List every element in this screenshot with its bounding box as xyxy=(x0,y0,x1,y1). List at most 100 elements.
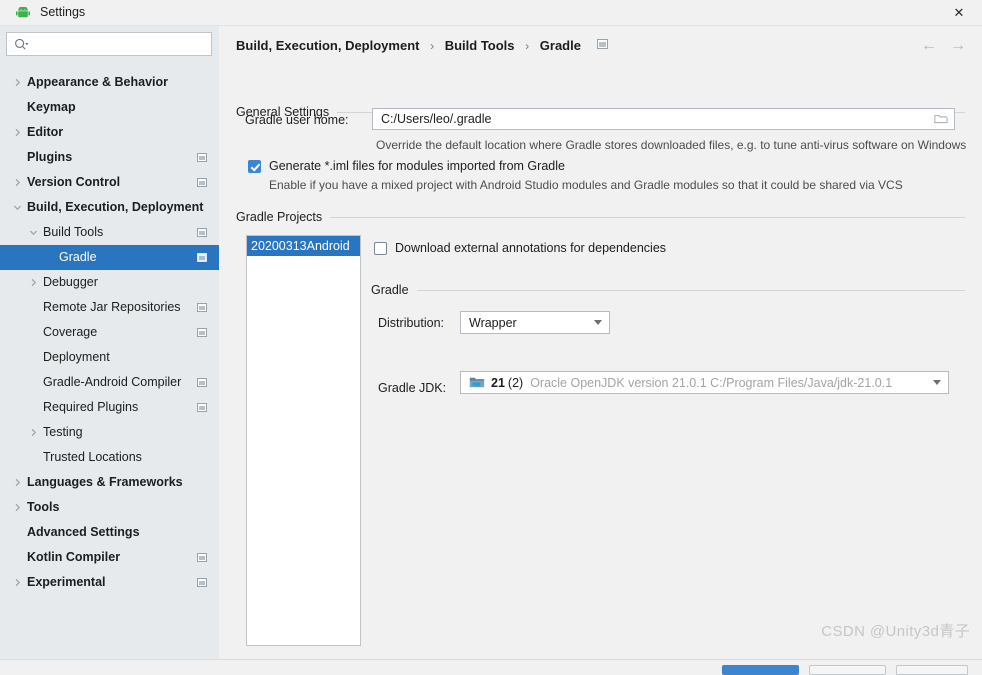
settings-sidebar: Appearance & Behavior Keymap Editor Plugins… xyxy=(0,26,219,659)
browse-folder-icon[interactable] xyxy=(928,109,954,129)
sidebar-item-label: Keymap xyxy=(27,100,76,114)
sidebar-item-label: Languages & Frameworks xyxy=(27,475,183,489)
gradle-jdk-combobox[interactable]: 21 (2) Oracle OpenJDK version 21.0.1 C:/… xyxy=(460,371,949,394)
sidebar-item-label: Appearance & Behavior xyxy=(27,75,169,89)
chevron-down-icon[interactable] xyxy=(587,320,609,325)
settings-tree: Appearance & Behavior Keymap Editor Plugins… xyxy=(0,70,219,595)
chevron-right-icon: › xyxy=(430,39,435,53)
gradle-jdk-label: Gradle JDK: xyxy=(378,381,447,395)
sidebar-item-kotlin-compiler[interactable]: Kotlin Compiler xyxy=(0,545,219,570)
gradle-projects-label: Gradle Projects xyxy=(236,210,323,224)
settings-sync-badge-icon xyxy=(197,403,207,412)
chevron-right-icon[interactable] xyxy=(28,270,39,295)
search-input[interactable] xyxy=(33,33,209,55)
download-annotations-checkbox[interactable] xyxy=(374,241,387,255)
gradle-projects-section-header: Gradle Projects xyxy=(236,210,965,224)
generate-iml-checkbox-row[interactable]: Generate *.iml files for modules importe… xyxy=(248,159,565,173)
generate-iml-label: Generate *.iml files for modules importe… xyxy=(269,159,565,173)
gradle-user-home-input[interactable] xyxy=(373,109,928,129)
download-annotations-label: Download external annotations for depend… xyxy=(395,241,667,255)
chevron-right-icon[interactable] xyxy=(12,170,23,195)
sidebar-item-deployment[interactable]: Deployment xyxy=(0,345,219,370)
distribution-combobox[interactable]: Wrapper xyxy=(460,311,610,334)
settings-sync-badge-icon xyxy=(197,178,207,187)
sidebar-item-keymap[interactable]: Keymap xyxy=(0,95,219,120)
watermark: CSDN @Unity3d青子 xyxy=(821,623,970,640)
gradle-section-label: Gradle xyxy=(371,283,409,297)
settings-sync-badge-icon xyxy=(197,303,207,312)
breadcrumb-part-gradle[interactable]: Gradle xyxy=(540,38,581,53)
sidebar-item-label: Coverage xyxy=(43,325,98,339)
settings-sync-badge-icon xyxy=(197,578,207,587)
sidebar-item-build-tools[interactable]: Build Tools xyxy=(0,220,219,245)
sidebar-item-version-control[interactable]: Version Control xyxy=(0,170,219,195)
sidebar-item-trusted-locations[interactable]: Trusted Locations xyxy=(0,445,219,470)
sidebar-item-label: Gradle-Android Compiler xyxy=(43,375,182,389)
sidebar-item-languages-frameworks[interactable]: Languages & Frameworks xyxy=(0,470,219,495)
section-divider xyxy=(416,289,965,291)
sidebar-item-build-execution-deployment[interactable]: Build, Execution, Deployment xyxy=(0,195,219,220)
sidebar-item-required-plugins[interactable]: Required Plugins xyxy=(0,395,219,420)
gradle-user-home-label: Gradle user home: xyxy=(245,113,349,127)
download-annotations-checkbox-row[interactable]: Download external annotations for depend… xyxy=(374,241,666,255)
chevron-right-icon[interactable] xyxy=(12,495,23,520)
distribution-value: Wrapper xyxy=(469,315,517,330)
settings-sync-badge-icon xyxy=(197,553,207,562)
sidebar-item-label: Required Plugins xyxy=(43,400,139,414)
window-title: Settings xyxy=(40,5,86,19)
settings-sync-badge-icon xyxy=(596,39,608,49)
gradle-projects-list[interactable]: 20200313Android xyxy=(246,235,361,646)
chevron-down-icon[interactable] xyxy=(12,195,23,220)
sidebar-item-label: Experimental xyxy=(27,575,106,589)
jdk-path: Oracle OpenJDK version 21.0.1 C:/Program… xyxy=(530,375,893,390)
settings-sync-badge-icon xyxy=(197,378,207,387)
chevron-right-icon[interactable] xyxy=(12,70,23,95)
sidebar-item-advanced-settings[interactable]: Advanced Settings xyxy=(0,520,219,545)
chevron-right-icon[interactable] xyxy=(28,420,39,445)
back-arrow-icon[interactable]: ← xyxy=(921,38,937,54)
sidebar-item-label: Debugger xyxy=(43,275,98,289)
window-title-bar: Settings ✕ xyxy=(0,0,982,26)
breadcrumb-part-build-tools[interactable]: Build Tools xyxy=(445,38,515,53)
apply-button[interactable] xyxy=(896,665,968,675)
settings-sync-badge-icon xyxy=(197,153,207,162)
section-divider xyxy=(330,216,965,218)
sidebar-item-coverage[interactable]: Coverage xyxy=(0,320,219,345)
sidebar-item-label: Build, Execution, Deployment xyxy=(27,200,204,214)
gradle-user-home-field[interactable] xyxy=(372,108,955,130)
breadcrumb-part-build-execution-deployment[interactable]: Build, Execution, Deployment xyxy=(236,38,419,53)
close-icon[interactable]: ✕ xyxy=(936,0,982,25)
search-box[interactable] xyxy=(6,32,212,56)
chevron-right-icon[interactable] xyxy=(12,570,23,595)
generate-iml-checkbox[interactable] xyxy=(248,159,261,173)
sidebar-item-gradle-android-compiler[interactable]: Gradle-Android Compiler xyxy=(0,370,219,395)
sidebar-item-label: Testing xyxy=(43,425,83,439)
sidebar-item-plugins[interactable]: Plugins xyxy=(0,145,219,170)
sidebar-item-editor[interactable]: Editor xyxy=(0,120,219,145)
chevron-down-icon[interactable] xyxy=(28,220,39,245)
sidebar-item-debugger[interactable]: Debugger xyxy=(0,270,219,295)
chevron-down-icon[interactable] xyxy=(926,380,948,385)
sidebar-item-gradle[interactable]: Gradle xyxy=(0,245,219,270)
sidebar-item-label: Build Tools xyxy=(43,225,104,239)
forward-arrow-icon[interactable]: → xyxy=(950,38,966,54)
sidebar-item-label: Plugins xyxy=(27,150,73,164)
sidebar-item-label: Gradle xyxy=(59,250,97,264)
sidebar-item-label: Trusted Locations xyxy=(43,450,142,464)
gradle-section-header: Gradle xyxy=(371,283,965,297)
sidebar-item-tools[interactable]: Tools xyxy=(0,495,219,520)
sidebar-item-testing[interactable]: Testing xyxy=(0,420,219,445)
breadcrumb: Build, Execution, Deployment › Build Too… xyxy=(236,38,608,53)
list-item[interactable]: 20200313Android xyxy=(247,236,360,256)
cancel-button[interactable] xyxy=(809,665,886,675)
gradle-user-home-hint: Override the default location where Grad… xyxy=(376,138,967,152)
chevron-right-icon[interactable] xyxy=(12,120,23,145)
ok-button[interactable] xyxy=(722,665,799,675)
jdk-folder-icon xyxy=(469,376,485,389)
chevron-right-icon[interactable] xyxy=(12,470,23,495)
sidebar-item-appearance-behavior[interactable]: Appearance & Behavior xyxy=(0,70,219,95)
settings-sync-badge-icon xyxy=(197,253,207,262)
sidebar-item-experimental[interactable]: Experimental xyxy=(0,570,219,595)
sidebar-item-remote-jar-repositories[interactable]: Remote Jar Repositories xyxy=(0,295,219,320)
navigation-arrows: ← → xyxy=(921,38,966,54)
